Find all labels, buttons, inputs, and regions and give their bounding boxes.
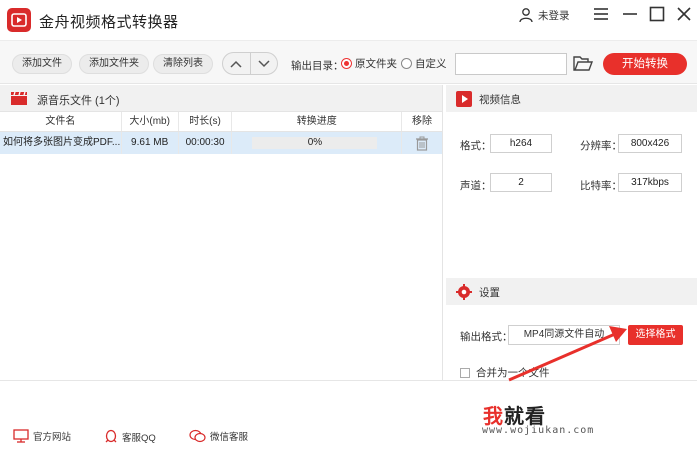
wechat-label: 微信客服 [210, 432, 249, 443]
output-path-input[interactable] [455, 53, 567, 75]
menu-button[interactable] [592, 5, 610, 23]
maximize-icon [649, 6, 665, 22]
gear-icon [456, 284, 472, 300]
move-buttons [222, 52, 278, 75]
title-bar: 金舟视频格式转换器 未登录 [0, 0, 697, 40]
toolbar: 添加文件 添加文件夹 清除列表 输出目录： 原文件夹 自定义 开始转换 [0, 40, 697, 84]
trash-icon [416, 136, 429, 151]
column-header-duration: 时长(s) [179, 112, 233, 131]
folder-open-icon [573, 56, 594, 71]
website-link[interactable]: 官方网站 [13, 429, 71, 443]
column-header-remove: 移除 [412, 116, 433, 127]
chevron-down-icon [258, 59, 270, 67]
video-info-header: 视频信息 [446, 85, 697, 112]
annotation-arrow-icon [508, 326, 627, 382]
bitrate-label: 比特率： [580, 180, 622, 192]
choose-format-button[interactable]: 选择格式 [628, 325, 683, 345]
bitrate-value: 317kbps [618, 173, 682, 192]
start-convert-button[interactable]: 开始转换 [603, 53, 687, 75]
footer: 官方网站 客服QQ 微信客服 [0, 380, 697, 452]
hamburger-icon [594, 8, 608, 20]
radio-source-label: 原文件夹 [355, 58, 397, 70]
file-size-cell: 9.61 MB [122, 132, 179, 154]
file-duration-cell: 00:00:30 [179, 132, 233, 154]
settings-header: 设置 [446, 278, 697, 305]
app-logo-icon [7, 8, 31, 32]
wechat-icon [189, 429, 206, 443]
channel-label: 声道： [460, 180, 492, 192]
table-header: 文件名 大小(mb) 时长(s) 转换进度 移除 [0, 112, 442, 132]
checkbox-box [460, 367, 470, 378]
browse-folder-button[interactable] [572, 54, 594, 74]
qq-icon [105, 429, 117, 443]
format-value: h264 [490, 134, 552, 153]
remove-file-button[interactable] [402, 132, 442, 154]
file-list-title: 源音乐文件 (1个) [37, 95, 120, 107]
column-header-size: 大小(mb) [122, 112, 179, 131]
add-file-button[interactable]: 添加文件 [12, 54, 72, 74]
move-up-button[interactable] [223, 53, 250, 74]
table-row[interactable]: 如何将多张图片变成PDF... 9.61 MB 00:00:30 0% [0, 132, 442, 154]
radio-source-folder[interactable]: 原文件夹 [341, 56, 397, 71]
app-title: 金舟视频格式转换器 [39, 14, 179, 31]
user-icon [519, 8, 533, 23]
file-name-cell: 如何将多张图片变成PDF... [0, 132, 122, 154]
login-label: 未登录 [538, 9, 570, 22]
monitor-icon [13, 429, 29, 443]
format-label: 格式： [460, 140, 492, 152]
radio-custom-label: 自定义 [415, 58, 447, 70]
output-dir-label: 输出目录： [291, 60, 344, 72]
watermark-url: www.wojiukan.com [482, 425, 595, 436]
radio-custom-folder[interactable]: 自定义 [401, 56, 447, 71]
website-label: 官方网站 [33, 432, 72, 443]
play-icon [456, 91, 472, 107]
move-down-button[interactable] [249, 53, 278, 74]
close-button[interactable] [675, 5, 693, 23]
file-list-header: 源音乐文件 (1个) [0, 85, 442, 112]
video-info-title: 视频信息 [479, 94, 521, 106]
clear-list-button[interactable]: 清除列表 [153, 54, 213, 74]
settings-title: 设置 [479, 287, 500, 299]
progress-text: 0% [307, 137, 323, 148]
file-list-panel: 源音乐文件 (1个) 文件名 大小(mb) 时长(s) 转换进度 移除 如何将多… [0, 85, 443, 380]
resolution-value: 800x426 [618, 134, 682, 153]
wechat-link[interactable]: 微信客服 [189, 429, 248, 443]
progress-cell: 0% [232, 132, 403, 154]
channel-value: 2 [490, 173, 552, 192]
chevron-up-icon [230, 60, 242, 68]
radio-dot-selected [341, 58, 352, 69]
minimize-icon [623, 13, 637, 15]
radio-dot [401, 58, 412, 69]
resolution-label: 分辨率： [580, 140, 622, 152]
minimize-button[interactable] [621, 5, 639, 23]
qq-link[interactable]: 客服QQ [104, 429, 156, 444]
add-folder-button[interactable]: 添加文件夹 [79, 54, 149, 74]
close-icon [677, 7, 691, 21]
login-button[interactable]: 未登录 [518, 5, 570, 25]
clapperboard-icon [11, 91, 27, 105]
qq-label: 客服QQ [122, 432, 156, 444]
maximize-button[interactable] [648, 5, 666, 23]
column-header-name: 文件名 [0, 112, 122, 131]
column-header-progress: 转换进度 [232, 112, 403, 131]
